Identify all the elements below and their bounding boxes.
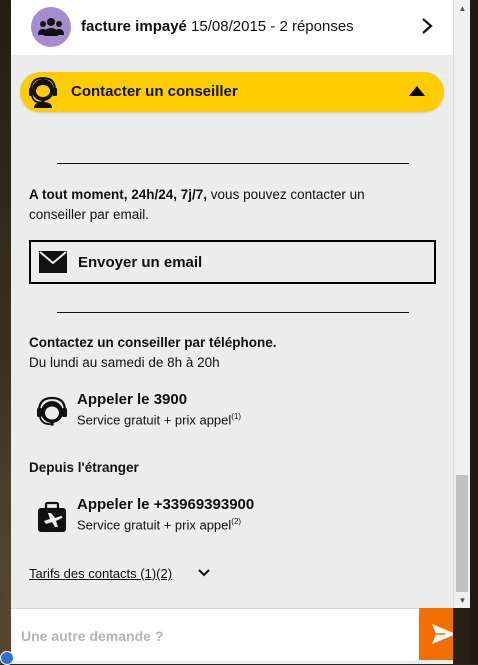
composer-bar [11,608,419,661]
email-intro-bold: A tout moment, 24h/24, 7j/7, [29,187,208,202]
thread-summary: facture impayé 15/08/2015 - 2 réponses [81,18,354,35]
group-icon [31,7,71,47]
caret-up-icon[interactable] [409,86,425,96]
tarifs-link[interactable]: Tarifs des contacts (1)(2) [29,566,172,581]
call-3900-sub: Service gratuit + prix appel(1) [77,412,242,428]
travel-suitcase-icon [38,501,66,532]
email-intro-rest: vous pouvez contacter un [207,187,365,202]
scroll-down-icon[interactable]: ▼ [454,592,471,608]
send-email-button[interactable]: Envoyer un email [29,240,436,284]
contact-advisor-header[interactable]: Contacter un conseiller [20,72,444,112]
email-intro-line2: conseiller par email. [29,207,150,222]
chat-panel: facture impayé 15/08/2015 - 2 réponses C… [11,0,453,664]
scroll-up-icon[interactable]: ▲ [454,0,471,16]
email-intro: A tout moment, 24h/24, 7j/7, vous pouvez… [29,185,365,225]
divider [57,163,409,164]
headset-agent-icon [37,396,67,426]
thread-row[interactable]: facture impayé 15/08/2015 - 2 réponses [11,0,453,55]
call-abroad-sub: Service gratuit + prix appel(2) [77,517,242,533]
status-dot-icon [0,651,14,665]
section-title: Contacter un conseiller [71,83,238,100]
thread-title: facture impayé [81,18,187,35]
send-arrow-icon [432,624,453,644]
call-3900-label: Appeler le 3900 [77,391,188,408]
scroll-thumb[interactable] [456,475,468,593]
envelope-icon [39,251,67,273]
phone-hours: Du lundi au samedi de 8h à 20h [29,355,220,370]
phone-heading: Contactez un conseiller par téléphone. [29,335,277,350]
divider [57,312,409,313]
headset-agent-icon [29,76,57,108]
send-button[interactable] [419,608,453,660]
thread-meta: 15/08/2015 - 2 réponses [186,18,354,35]
send-email-label: Envoyer un email [78,254,203,271]
call-abroad-label: Appeler le +33969393900 [77,496,255,513]
chevron-down-icon[interactable] [197,566,211,580]
abroad-heading: Depuis l'étranger [29,460,139,475]
chevron-right-icon[interactable] [417,14,437,38]
message-input[interactable] [19,623,413,649]
window-edge [470,0,478,664]
vertical-scrollbar[interactable]: ▲ ▼ [453,0,471,608]
